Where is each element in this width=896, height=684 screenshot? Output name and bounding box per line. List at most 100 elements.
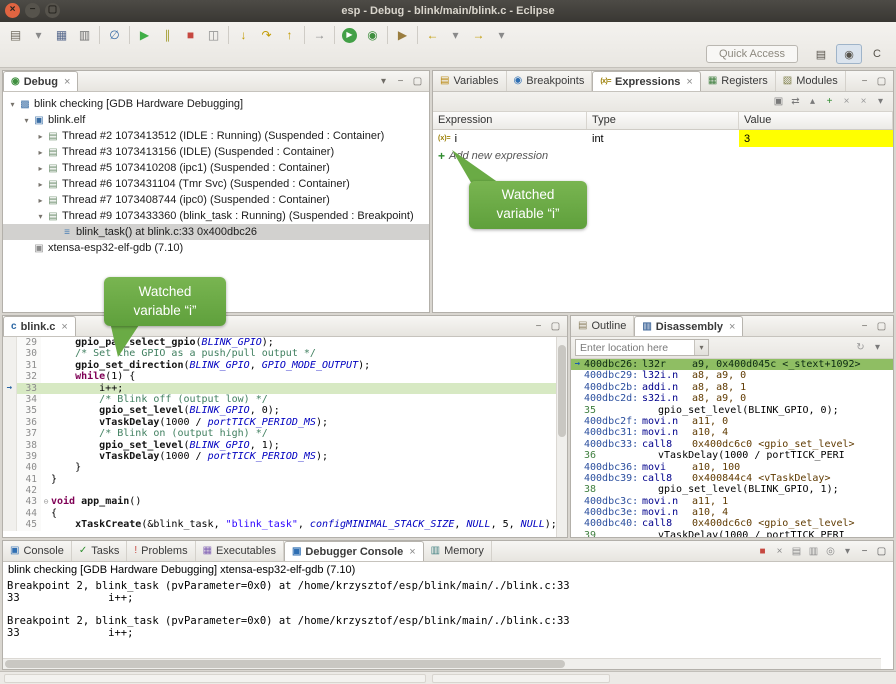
tab-variables[interactable]: ▤Variables [433, 71, 507, 91]
collapse-all-button[interactable]: ▴ [804, 93, 821, 110]
minimize-button[interactable]: − [530, 318, 547, 335]
new-wizard-button[interactable]: ▤ [4, 24, 27, 46]
resume-button[interactable]: ▶ [133, 24, 156, 46]
forward-button[interactable]: → [467, 24, 490, 46]
disassembly-listing[interactable]: →400dbc26:l32ra9, 0x400d045c <_stext+109… [571, 359, 893, 537]
column-type[interactable]: Type [587, 112, 739, 129]
tab-breakpoints[interactable]: ◉Breakpoints [507, 71, 593, 91]
debug-tree-item[interactable]: ▾▩blink checking [GDB Hardware Debugging… [3, 96, 429, 112]
code-line[interactable]: 35 gpio_set_level(BLINK_GPIO, 0); [3, 405, 567, 416]
debug-tree-item[interactable]: ▸▤Thread #5 1073410208 (ipc1) (Suspended… [3, 160, 429, 176]
view-menu-button[interactable]: ▾ [872, 93, 889, 110]
tab-tasks[interactable]: ✓Tasks [72, 541, 128, 561]
debug-tree-item[interactable]: ▾▤Thread #9 1073433360 (blink_task : Run… [3, 208, 429, 224]
refresh-button[interactable]: ↻ [852, 339, 869, 356]
save-button[interactable]: ▦ [50, 24, 73, 46]
close-icon[interactable]: × [61, 321, 67, 333]
tab-blink-c[interactable]: cblink.c× [3, 316, 76, 336]
code-line[interactable]: 38 gpio_set_level(BLINK_GPIO, 1); [3, 440, 567, 451]
chevron-down-icon[interactable]: ▾ [694, 340, 708, 355]
disassembly-row[interactable]: 35gpio_set_level(BLINK_GPIO, 0); [571, 405, 893, 416]
close-icon[interactable]: × [686, 76, 692, 88]
column-expression[interactable]: Expression [433, 112, 587, 129]
display-selected-console-button[interactable]: ▾ [839, 543, 856, 560]
maximize-button[interactable]: ▢ [409, 73, 426, 90]
minimize-button[interactable]: − [856, 543, 873, 560]
quick-access-button[interactable]: Quick Access [706, 45, 798, 63]
close-icon[interactable]: × [729, 321, 735, 333]
tab-executables[interactable]: ▦Executables [196, 541, 284, 561]
tab-problems[interactable]: !Problems [127, 541, 195, 561]
minimize-button[interactable]: − [856, 318, 873, 335]
debug-button[interactable]: ◉ [361, 24, 384, 46]
tab-disassembly[interactable]: ▥Disassembly× [634, 316, 743, 336]
editor-scroll-thumb[interactable] [558, 345, 566, 437]
c-cpp-perspective-button[interactable]: C [864, 44, 890, 64]
minimize-button[interactable]: − [392, 73, 409, 90]
disassembly-row[interactable]: 400dbc2b:addi.na8, a8, 1 [571, 382, 893, 393]
code-line[interactable]: 31 gpio_set_direction(BLINK_GPIO, GPIO_M… [3, 360, 567, 371]
instruction-stepping-button[interactable]: → [308, 24, 331, 46]
new-wizard-menu-button[interactable]: ▾ [27, 24, 50, 46]
disassembly-row[interactable]: 38gpio_set_level(BLINK_GPIO, 1); [571, 484, 893, 495]
disassembly-row[interactable]: 36vTaskDelay(1000 / portTICK_PERI [571, 450, 893, 461]
code-line[interactable]: 36 vTaskDelay(1000 / portTICK_PERIOD_MS)… [3, 417, 567, 428]
tab-console[interactable]: ▣Console [3, 541, 72, 561]
disassembly-row[interactable]: 400dbc36:movia10, 100 [571, 462, 893, 473]
forward-menu-button[interactable]: ▾ [490, 24, 513, 46]
code-line[interactable]: 41} [3, 474, 567, 485]
disassembly-row[interactable]: 400dbc2d:s32i.na8, a9, 0 [571, 393, 893, 404]
disassembly-row[interactable]: 400dbc33:call80x400dc6c0 <gpio_set_level… [571, 439, 893, 450]
scroll-lock-button[interactable]: ▥ [805, 543, 822, 560]
add-expression-row[interactable]: +Add new expression [433, 147, 893, 164]
disassembly-row[interactable]: 400dbc40:call80x400dc6c0 <gpio_set_level… [571, 518, 893, 529]
debug-tree-item[interactable]: ▣xtensa-esp32-elf-gdb (7.10) [3, 240, 429, 256]
code-line[interactable]: 30 /* Set the GPIO as a push/pull output… [3, 348, 567, 359]
close-icon[interactable]: × [64, 76, 70, 88]
disassembly-row[interactable]: 400dbc3e:movi.na10, 4 [571, 507, 893, 518]
clear-console-button[interactable]: ▤ [788, 543, 805, 560]
debug-tree-item[interactable]: ▸▤Thread #2 1073413512 (IDLE : Running) … [3, 128, 429, 144]
code-line[interactable]: 39 vTaskDelay(1000 / portTICK_PERIOD_MS)… [3, 451, 567, 462]
disconnect-button[interactable]: ◫ [202, 24, 225, 46]
debug-tree-item[interactable]: ▸▤Thread #3 1073413156 (IDLE) (Suspended… [3, 144, 429, 160]
show-type-names-button[interactable]: ▣ [770, 93, 787, 110]
step-into-button[interactable]: ↓ [232, 24, 255, 46]
tab-debugger-console[interactable]: ▣Debugger Console× [284, 541, 424, 561]
tab-debug[interactable]: ◉Debug× [3, 71, 78, 91]
debug-tree-item[interactable]: ▸▤Thread #6 1073431104 (Tmr Svc) (Suspen… [3, 176, 429, 192]
disassembly-row[interactable]: 39vTaskDelay(1000 / portTICK_PERI [571, 530, 893, 537]
view-menu-button[interactable]: ▾ [375, 73, 392, 90]
expression-row[interactable]: (x)=iint3 [433, 130, 893, 147]
expander-icon[interactable]: ▸ [35, 196, 46, 205]
fold-marker-icon[interactable]: ⊖ [41, 496, 51, 507]
run-button[interactable]: ▶ [338, 24, 361, 46]
print-button[interactable]: ▥ [73, 24, 96, 46]
remove-all-expressions-button[interactable]: × [855, 93, 872, 110]
show-logical-structure-button[interactable]: ⇄ [787, 93, 804, 110]
column-value[interactable]: Value [739, 112, 893, 129]
maximize-button[interactable]: ▢ [873, 73, 890, 90]
tab-modules[interactable]: ▧Modules [776, 71, 846, 91]
debug-tree-item[interactable]: ▸▤Thread #7 1073408744 (ipc0) (Suspended… [3, 192, 429, 208]
back-button[interactable]: ← [421, 24, 444, 46]
location-input[interactable]: Enter location here ▾ [575, 339, 709, 356]
step-over-button[interactable]: ↷ [255, 24, 278, 46]
code-line[interactable]: 34 /* Blink off (output low) */ [3, 394, 567, 405]
disassembly-row[interactable]: 400dbc2f:movi.na11, 0 [571, 416, 893, 427]
disassembly-row[interactable]: 400dbc29:l32i.na8, a9, 0 [571, 370, 893, 381]
tab-memory[interactable]: ▥Memory [424, 541, 492, 561]
back-menu-button[interactable]: ▾ [444, 24, 467, 46]
terminate-button[interactable]: ■ [179, 24, 202, 46]
pin-console-button[interactable]: ◎ [822, 543, 839, 560]
add-expression-button[interactable]: + [821, 93, 838, 110]
code-line[interactable]: 40 } [3, 462, 567, 473]
expander-icon[interactable]: ▸ [35, 132, 46, 141]
close-icon[interactable]: × [409, 546, 415, 558]
code-line[interactable]: 45 xTaskCreate(&blink_task, "blink_task"… [3, 519, 567, 530]
code-line[interactable]: 32 while(1) { [3, 371, 567, 382]
expander-icon[interactable]: ▸ [35, 180, 46, 189]
code-line[interactable]: 37 /* Blink on (output high) */ [3, 428, 567, 439]
view-menu-button[interactable]: ▾ [869, 339, 886, 356]
debug-tree-item[interactable]: ≡blink_task() at blink.c:33 0x400dbc26 [3, 224, 429, 240]
